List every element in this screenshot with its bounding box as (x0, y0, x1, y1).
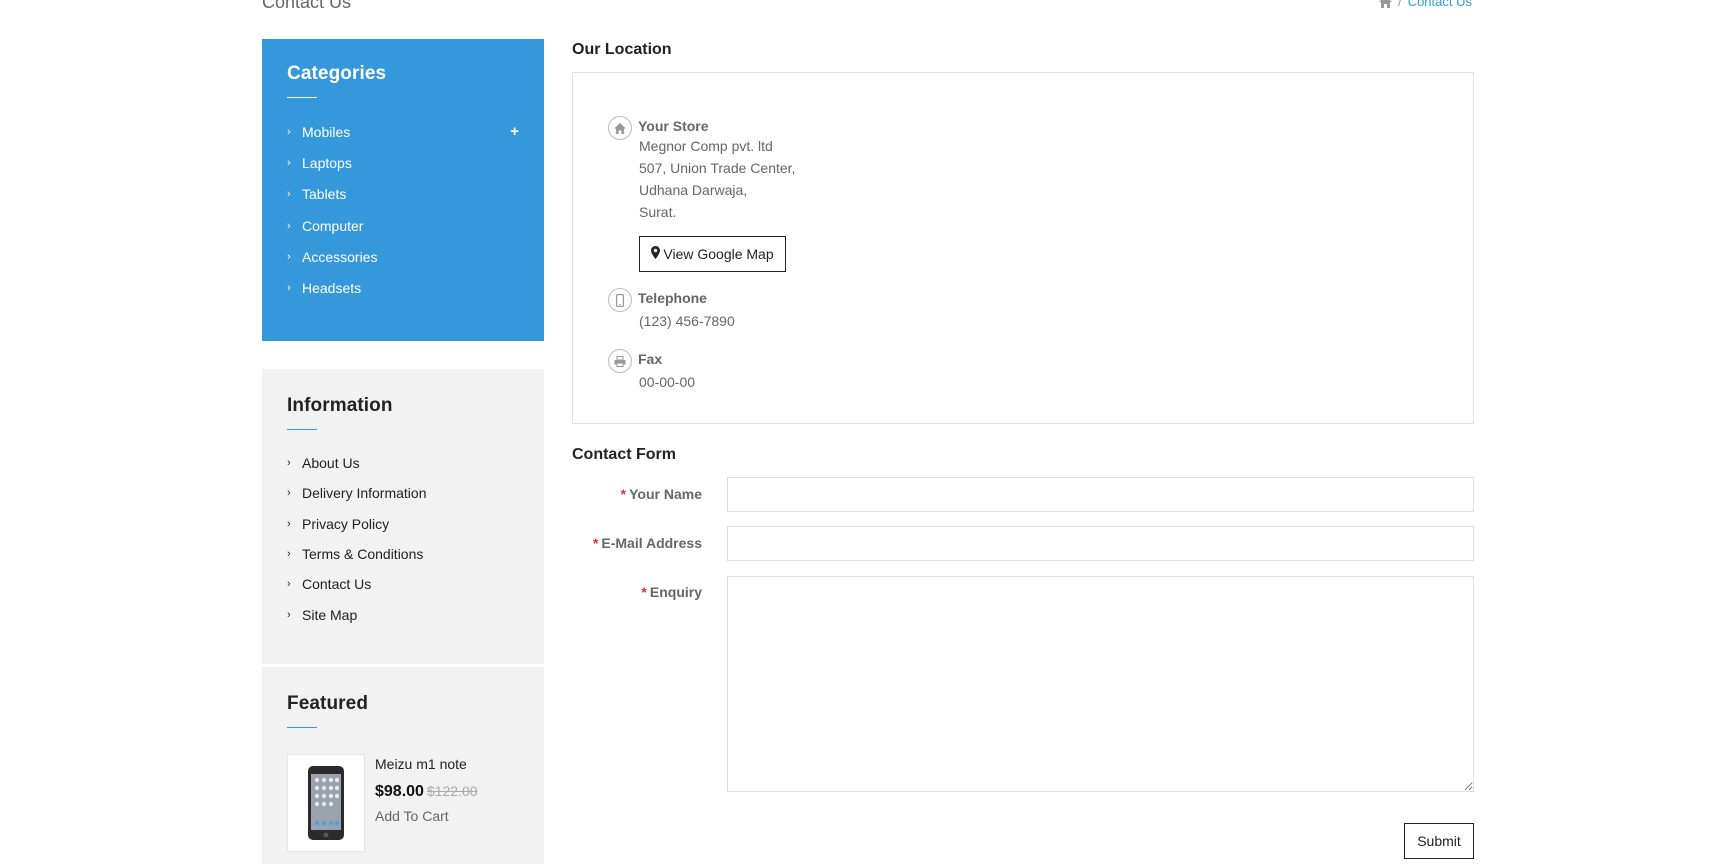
info-link-about-us[interactable]: › About Us (287, 448, 519, 478)
info-link-label: Privacy Policy (302, 515, 390, 532)
telephone-value: (123) 456-7890 (639, 313, 735, 329)
breadcrumb: / Contact Us (1379, 0, 1472, 9)
address-line: 507, Union Trade Center, (639, 160, 796, 176)
enquiry-textarea[interactable] (727, 576, 1474, 792)
fax-label: Fax (638, 351, 663, 367)
information-panel: Information › About Us › Delivery Informat… (262, 369, 544, 664)
featured-title: Featured (287, 693, 369, 714)
chevron-right-icon: › (287, 188, 291, 201)
info-link-label: Delivery Information (302, 485, 427, 502)
home-icon (608, 116, 632, 140)
title-divider (287, 97, 317, 98)
product-price: $98.00 (375, 783, 424, 800)
title-divider (287, 429, 317, 430)
chevron-right-icon: › (287, 608, 291, 621)
information-title: Information (287, 395, 393, 416)
featured-product: Meizu m1 note $98.00 $122.00 Add To Cart (287, 754, 519, 852)
chevron-right-icon: › (287, 219, 291, 232)
address-line: Surat. (639, 204, 677, 220)
location-title: Our Location (572, 41, 672, 58)
categories-panel: Categories › Mobiles + › Laptops › Tablets ›… (262, 39, 544, 341)
information-list: › About Us › Delivery Information › Privacy… (287, 448, 519, 630)
name-label-text: Your Name (629, 486, 702, 502)
store-address: Megnor Comp pvt. ltd 507, Union Trade Ce… (639, 135, 795, 223)
mobile-phone-icon (608, 288, 632, 312)
name-row: * Your Name (572, 477, 1474, 513)
store-label: Your Store (638, 118, 709, 134)
chevron-right-icon: › (287, 548, 291, 561)
category-item-laptops[interactable]: › Laptops (287, 147, 519, 178)
email-row: * E-Mail Address (572, 526, 1474, 562)
breadcrumb-separator: / (1398, 0, 1402, 9)
location-box: Your Store Megnor Comp pvt. ltd 507, Uni… (572, 72, 1474, 424)
category-label: Tablets (302, 186, 347, 203)
email-label-text: E-Mail Address (601, 535, 702, 551)
info-link-privacy[interactable]: › Privacy Policy (287, 509, 519, 539)
address-line: Udhana Darwaja, (639, 182, 748, 198)
info-link-label: Terms & Conditions (302, 546, 424, 563)
category-label: Mobiles (302, 123, 351, 140)
chevron-right-icon: › (287, 517, 291, 530)
breadcrumb-contact-us[interactable]: Contact Us (1408, 0, 1472, 9)
categories-title: Categories (287, 63, 387, 84)
info-link-terms[interactable]: › Terms & Conditions (287, 539, 519, 569)
required-mark: * (592, 535, 599, 551)
chevron-right-icon: › (287, 156, 291, 169)
category-label: Computer (302, 217, 364, 234)
info-link-label: About Us (302, 455, 360, 472)
category-item-headsets[interactable]: › Headsets (287, 272, 519, 303)
category-item-computer[interactable]: › Computer (287, 210, 519, 241)
chevron-right-icon: › (287, 282, 291, 295)
product-image[interactable] (287, 754, 365, 852)
submit-button[interactable]: Submit (1404, 823, 1474, 859)
category-item-accessories[interactable]: › Accessories (287, 241, 519, 272)
email-label: * E-Mail Address (593, 535, 702, 551)
category-label: Headsets (302, 280, 362, 297)
category-label: Accessories (302, 248, 378, 265)
add-to-cart-link[interactable]: Add To Cart (375, 808, 478, 824)
name-label: * Your Name (621, 486, 702, 502)
name-input[interactable] (727, 477, 1474, 512)
contact-form-title: Contact Form (572, 446, 676, 463)
categories-list: › Mobiles + › Laptops › Tablets › Computer › A… (287, 116, 519, 304)
product-price-row: $98.00 $122.00 (375, 783, 478, 801)
chevron-right-icon: › (287, 125, 291, 138)
required-mark: * (641, 584, 647, 600)
category-item-mobiles[interactable]: › Mobiles + (287, 116, 519, 147)
enquiry-label: * Enquiry (641, 584, 702, 600)
page-title: Contact Us (262, 0, 352, 12)
product-name[interactable]: Meizu m1 note (375, 756, 478, 772)
fax-icon (608, 349, 632, 373)
info-link-sitemap[interactable]: › Site Map (287, 599, 519, 629)
info-link-label: Contact Us (302, 576, 372, 593)
fax-value: 00-00-00 (639, 374, 696, 390)
view-google-map-button[interactable]: View Google Map (639, 236, 786, 272)
chevron-right-icon: › (287, 578, 291, 591)
address-line: Megnor Comp pvt. ltd (639, 138, 773, 154)
category-item-tablets[interactable]: › Tablets (287, 179, 519, 210)
chevron-right-icon: › (287, 457, 291, 470)
category-label: Laptops (302, 154, 352, 171)
plus-icon[interactable]: + (510, 123, 519, 140)
required-mark: * (620, 486, 627, 502)
enquiry-row: * Enquiry (572, 576, 1474, 794)
email-input[interactable] (727, 526, 1474, 561)
chevron-right-icon: › (287, 250, 291, 263)
info-link-contact[interactable]: › Contact Us (287, 569, 519, 599)
info-link-label: Site Map (302, 606, 358, 623)
featured-panel: Featured Meizu m1 note $98.00 $122.00 Add… (262, 667, 544, 864)
info-link-delivery[interactable]: › Delivery Information (287, 478, 519, 508)
title-divider (287, 727, 317, 728)
product-old-price: $122.00 (426, 783, 478, 799)
home-icon[interactable] (1379, 0, 1393, 8)
chevron-right-icon: › (287, 487, 291, 500)
enquiry-label-text: Enquiry (649, 584, 702, 600)
telephone-label: Telephone (638, 290, 707, 306)
map-marker-icon (651, 246, 661, 262)
map-button-label: View Google Map (663, 246, 774, 262)
